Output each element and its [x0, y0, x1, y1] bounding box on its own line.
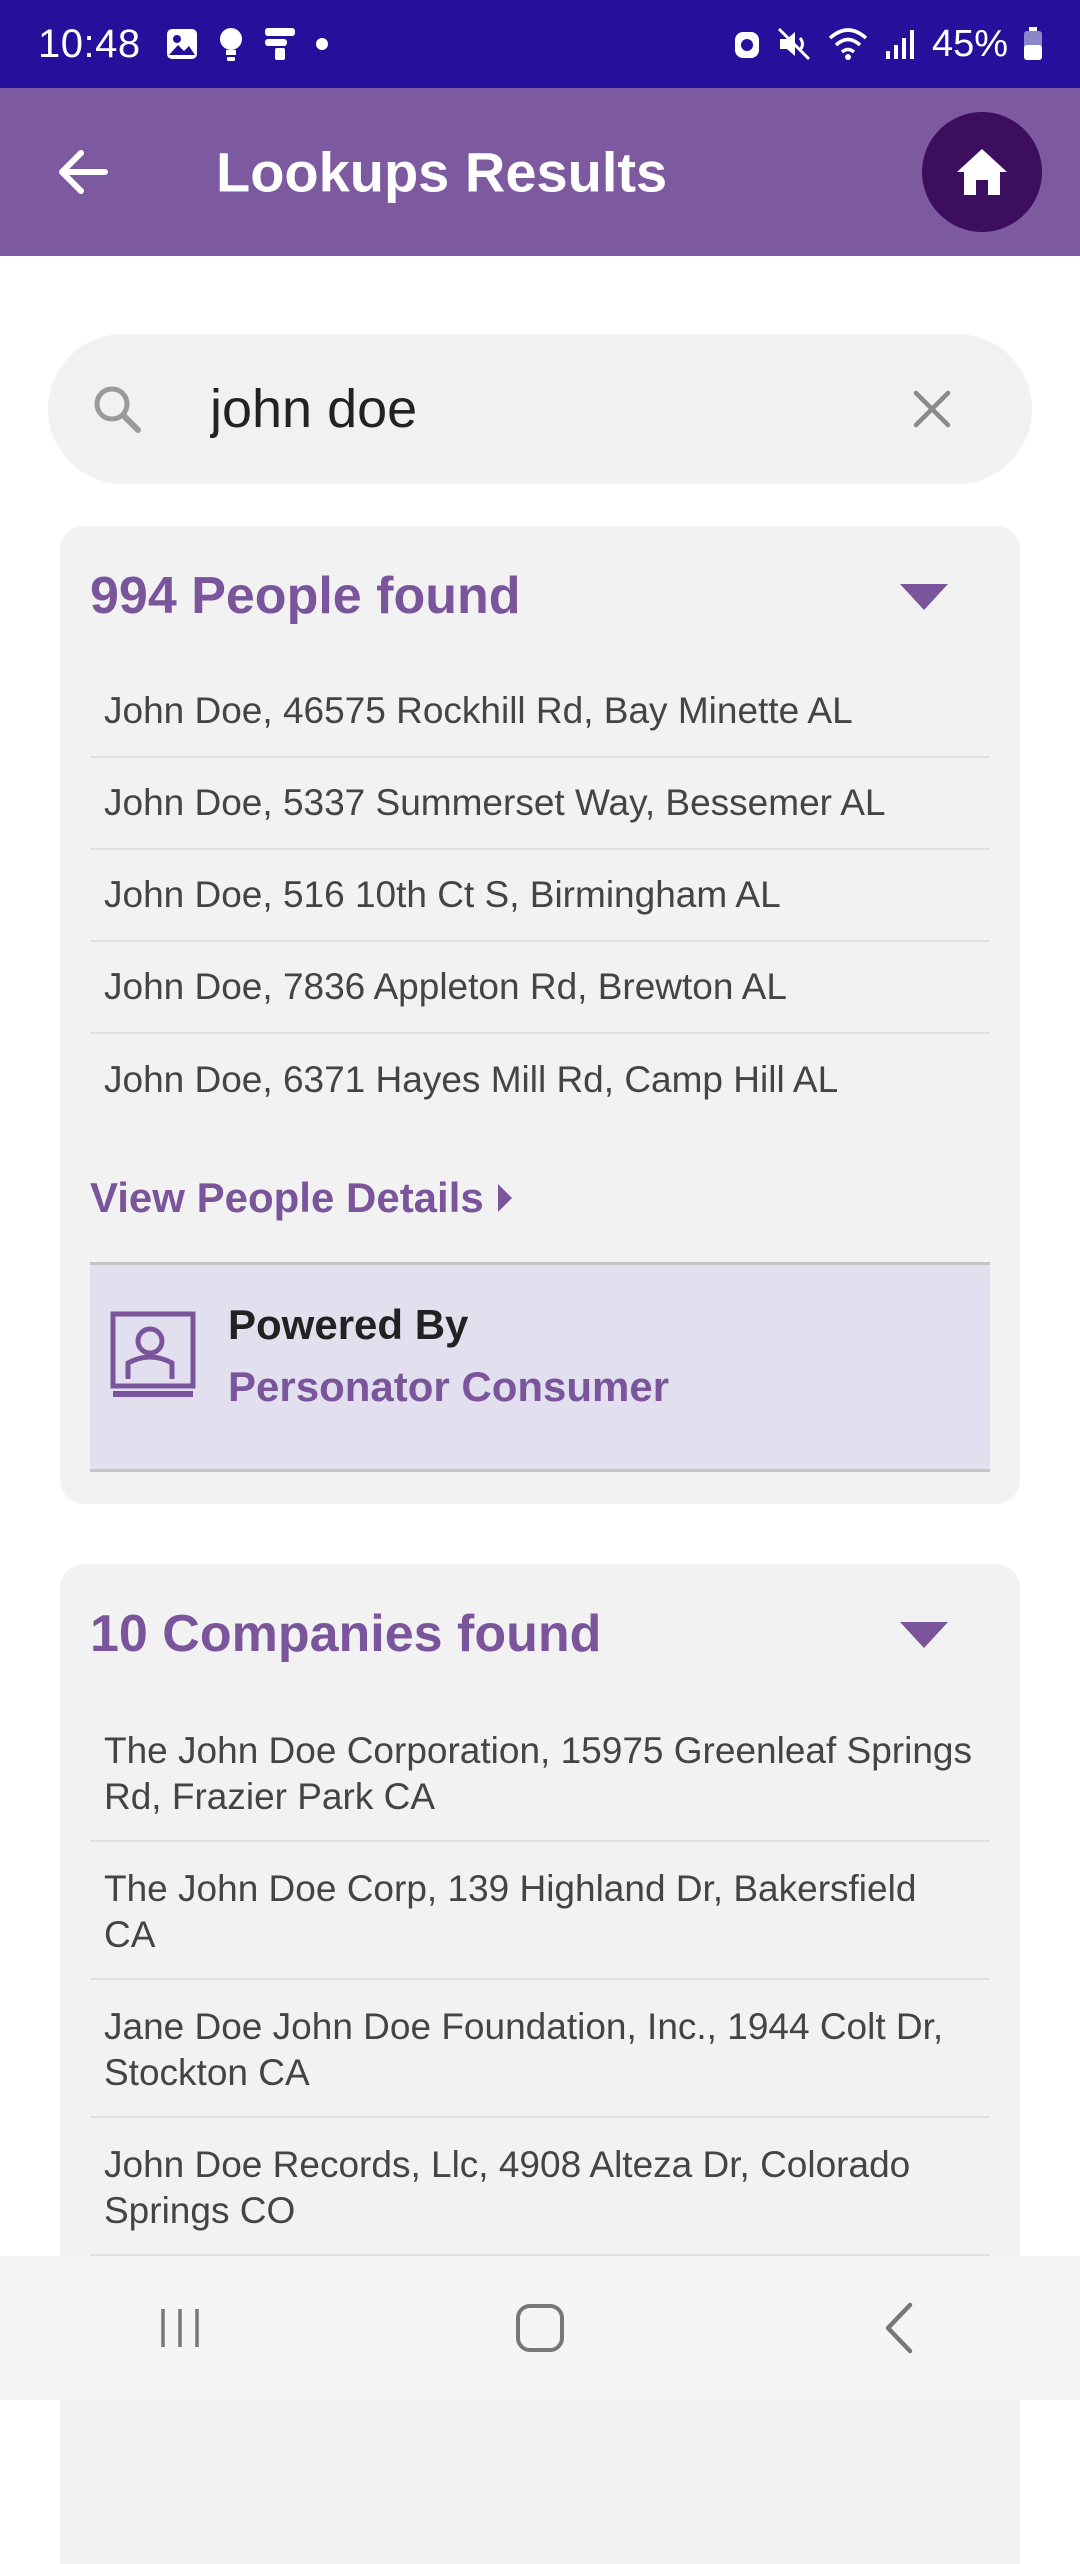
lightbulb-icon [219, 28, 242, 61]
list-item[interactable]: John Doe, 516 10th Ct S, Birmingham AL [90, 850, 990, 942]
list-item[interactable]: The John Doe Corp, 139 Highland Dr, Bake… [90, 1842, 990, 1980]
view-people-details-label: View People Details [90, 1174, 484, 1221]
list-item[interactable]: John Doe, 5337 Summerset Way, Bessemer A… [90, 758, 990, 850]
view-people-details-link[interactable]: View People Details [90, 1168, 1020, 1228]
people-results-card: 994 People found John Doe, 46575 Rockhil… [60, 526, 1020, 1504]
companies-card-header[interactable]: 10 Companies found [60, 1564, 1020, 1704]
list-item[interactable]: John Doe, 6371 Hayes Mill Rd, Camp Hill … [90, 1034, 990, 1126]
list-item[interactable]: John Doe, 46575 Rockhill Rd, Bay Minette… [90, 666, 990, 758]
collapse-caret-icon[interactable] [900, 1622, 948, 1648]
list-item[interactable]: John Doe Records, Llc, 4908 Alteza Dr, C… [90, 2118, 990, 2256]
page-title: Lookups Results [216, 140, 668, 204]
alarm-icon [734, 32, 759, 58]
companies-list: The John Doe Corporation, 15975 Greenlea… [60, 1704, 1020, 2256]
app-notification-icon [264, 28, 295, 60]
gallery-icon [166, 29, 197, 59]
app-bar: Lookups Results [0, 88, 1080, 256]
powered-by-label: Powered By [228, 1301, 469, 1348]
people-card-header[interactable]: 994 People found [60, 526, 1020, 666]
home-nav-button[interactable] [480, 2268, 600, 2388]
back-nav-button[interactable] [840, 2268, 960, 2388]
arrow-left-icon [59, 150, 108, 194]
home-icon [957, 149, 1007, 195]
recent-apps-icon [161, 2309, 199, 2347]
status-time: 10:48 [38, 21, 141, 66]
search-icon [94, 386, 141, 433]
search-input[interactable] [210, 378, 910, 440]
home-button[interactable] [922, 112, 1042, 232]
wifi-icon [828, 28, 868, 60]
mute-icon [777, 27, 810, 61]
battery-percentage: 45% [931, 22, 1008, 65]
dot-icon [315, 38, 328, 50]
powered-by-banner: Powered By Personator Consumer [90, 1262, 990, 1472]
people-count-title: 994 People found [90, 567, 521, 625]
list-item[interactable]: Jane Doe John Doe Foundation, Inc., 1944… [90, 1980, 990, 2118]
caret-right-icon [497, 1184, 512, 1212]
list-item[interactable]: John Doe, 7836 Appleton Rd, Brewton AL [90, 942, 990, 1034]
back-button[interactable] [48, 137, 118, 207]
search-bar [48, 334, 1032, 484]
companies-results-card: 10 Companies found The John Doe Corporat… [60, 1564, 1020, 2564]
list-item[interactable]: The John Doe Corporation, 15975 Greenlea… [90, 1704, 990, 1842]
system-nav-bar [0, 2256, 1080, 2400]
recent-apps-button[interactable] [120, 2268, 240, 2388]
close-icon[interactable] [912, 389, 952, 429]
person-card-icon [110, 1311, 196, 1397]
powered-by-name: Personator Consumer [228, 1363, 670, 1410]
chevron-left-icon [885, 2302, 913, 2354]
collapse-caret-icon[interactable] [900, 584, 948, 610]
people-list: John Doe, 46575 Rockhill Rd, Bay Minette… [60, 666, 1020, 1126]
battery-icon [1024, 27, 1042, 60]
home-square-icon [516, 2304, 564, 2352]
status-bar: 10:48 45% [0, 0, 1080, 88]
signal-icon [885, 30, 914, 59]
companies-count-title: 10 Companies found [90, 1605, 602, 1663]
